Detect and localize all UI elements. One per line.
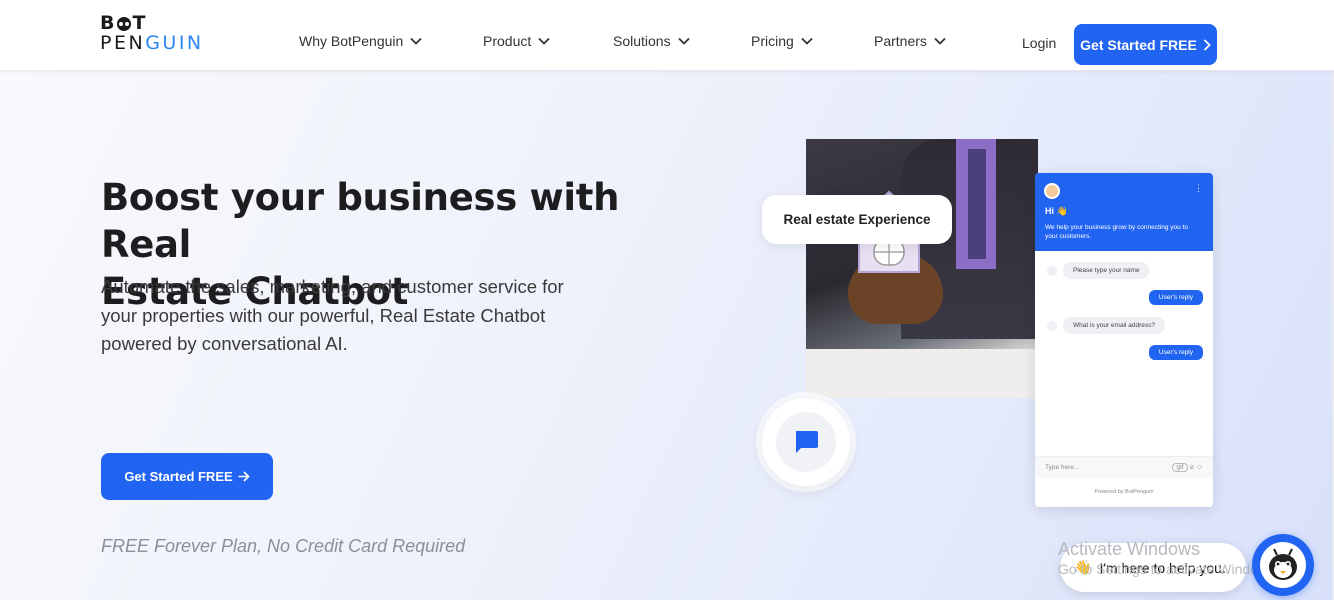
- nav-why-botpenguin[interactable]: Why BotPenguin: [299, 33, 422, 49]
- real-estate-photo: [806, 139, 1038, 398]
- photo-desk: [806, 349, 1038, 398]
- nav-label: Why BotPenguin: [299, 33, 404, 49]
- hero-title-line-1: Boost your business with Real: [101, 176, 620, 266]
- nav-label: Partners: [874, 33, 927, 49]
- emoji-icon[interactable]: ☺: [1196, 464, 1203, 471]
- penguin-icon: [117, 16, 132, 31]
- message-text: What is your email address?: [1063, 317, 1166, 334]
- gif-icon[interactable]: gif: [1172, 463, 1188, 472]
- logo-guin: GUIN: [145, 32, 204, 54]
- widget-greeting: Hi 👋: [1045, 206, 1068, 216]
- button-label: Get Started FREE: [1080, 36, 1197, 53]
- botpenguin-chat-button[interactable]: [1252, 534, 1314, 596]
- real-estate-experience-badge: Real estate Experience: [762, 195, 952, 244]
- widget-input[interactable]: Type here... gif ⌀ ☺: [1035, 456, 1213, 478]
- widget-message-user: User's reply: [1148, 290, 1203, 305]
- logo-top-line: B T: [100, 14, 215, 33]
- chevron-right-icon: [1203, 38, 1211, 51]
- nav-solutions[interactable]: Solutions: [613, 33, 690, 49]
- botpenguin-logo[interactable]: B T PENGUIN: [100, 14, 215, 56]
- user-icon: [1047, 265, 1057, 276]
- hero-subtitle: Automate the sales, marketing, and custo…: [101, 276, 564, 354]
- agent-avatar: [1044, 183, 1060, 199]
- widget-powered-by: Powered by BotPenguin: [1094, 489, 1154, 495]
- widget-message-bot: Please type your name: [1047, 262, 1150, 279]
- login-link[interactable]: Login: [1022, 35, 1056, 51]
- widget-header: ⋮ Hi 👋 We help your business grow by con…: [1035, 173, 1213, 251]
- activate-windows-title: Activate Windows: [1058, 539, 1201, 559]
- hero-note: FREE Forever Plan, No Credit Card Requir…: [101, 536, 466, 556]
- photo-tie: [968, 149, 986, 259]
- nav-product[interactable]: Product: [483, 33, 550, 49]
- input-placeholder: Type here...: [1045, 464, 1080, 471]
- chat-widget-preview: ⋮ Hi 👋 We help your business grow by con…: [1035, 173, 1213, 507]
- user-icon: [1047, 320, 1057, 331]
- chevron-down-icon: [934, 37, 946, 45]
- message-text: Please type your name: [1063, 262, 1150, 279]
- activate-windows-subtitle: Go to Settings to activate Windows.: [1058, 561, 1279, 577]
- penguin-face-icon: [1269, 548, 1297, 580]
- header-get-started-button[interactable]: Get Started FREE: [1074, 24, 1217, 65]
- logo-letter-b: B: [100, 12, 117, 34]
- logo-pen: PEN: [100, 32, 146, 54]
- nav-pricing[interactable]: Pricing: [751, 33, 813, 49]
- chevron-down-icon: [538, 37, 550, 45]
- widget-message-user: User's reply: [1148, 345, 1203, 360]
- logo-bottom-line: PENGUIN: [100, 33, 215, 54]
- chevron-down-icon: [677, 37, 690, 45]
- widget-description: We help your business grow by connecting…: [1045, 224, 1188, 240]
- widget-message-bot: What is your email address?: [1047, 317, 1166, 334]
- site-header: B T PENGUIN Why BotPenguin Product Solut…: [0, 0, 1334, 71]
- chat-launcher-button[interactable]: [762, 398, 850, 486]
- widget-menu-icon[interactable]: ⋮: [1194, 183, 1203, 194]
- hero-get-started-button[interactable]: Get Started FREE: [101, 453, 273, 500]
- chevron-down-icon: [801, 37, 813, 45]
- nav-label: Product: [483, 33, 532, 49]
- paperclip-icon[interactable]: ⌀: [1190, 464, 1194, 471]
- widget-input-icons: gif ⌀ ☺: [1172, 463, 1203, 472]
- nav-label: Solutions: [613, 33, 671, 49]
- message-icon: [796, 431, 818, 453]
- arrow-right-icon: [238, 471, 250, 482]
- chevron-down-icon: [410, 37, 422, 45]
- nav-label: Pricing: [751, 33, 794, 49]
- button-label: Get Started FREE: [124, 469, 233, 484]
- logo-letter-t: T: [132, 12, 148, 34]
- chat-launcher-inner: [776, 412, 836, 472]
- penguin-bot-icon: [1260, 542, 1306, 588]
- nav-partners[interactable]: Partners: [874, 33, 946, 49]
